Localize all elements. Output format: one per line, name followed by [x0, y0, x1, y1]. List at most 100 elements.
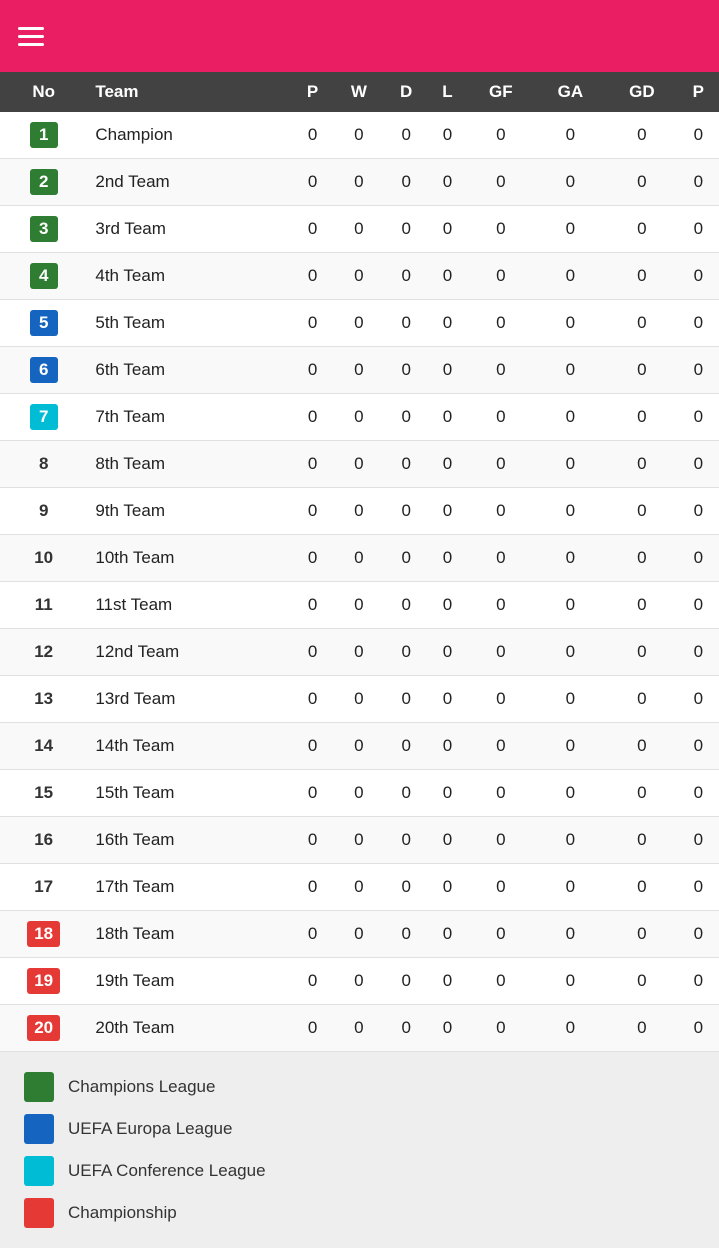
drawn: 0: [385, 300, 428, 347]
goal-diff: 0: [606, 535, 678, 582]
team-name: 12nd Team: [87, 629, 292, 676]
table-row: 8 8th Team 0 0 0 0 0 0 0 0: [0, 441, 719, 488]
drawn: 0: [385, 347, 428, 394]
points: 0: [678, 676, 719, 723]
legend-label: UEFA Conference League: [68, 1161, 266, 1181]
table-row: 1 Champion 0 0 0 0 0 0 0 0: [0, 112, 719, 159]
rank-number: 15: [0, 770, 87, 817]
goals-against: 0: [535, 676, 607, 723]
rank-number: 19: [0, 958, 87, 1005]
won: 0: [333, 300, 384, 347]
rank-number: 3: [0, 206, 87, 253]
drawn: 0: [385, 770, 428, 817]
played: 0: [292, 300, 333, 347]
lost: 0: [428, 676, 467, 723]
goal-diff: 0: [606, 770, 678, 817]
team-name: Champion: [87, 112, 292, 159]
drawn: 0: [385, 864, 428, 911]
table-row: 10 10th Team 0 0 0 0 0 0 0 0: [0, 535, 719, 582]
goal-diff: 0: [606, 911, 678, 958]
goals-against: 0: [535, 770, 607, 817]
goal-diff: 0: [606, 394, 678, 441]
goals-against: 0: [535, 911, 607, 958]
lost: 0: [428, 911, 467, 958]
menu-button[interactable]: [18, 27, 44, 46]
team-name: 17th Team: [87, 864, 292, 911]
lost: 0: [428, 206, 467, 253]
played: 0: [292, 582, 333, 629]
goals-against: 0: [535, 723, 607, 770]
played: 0: [292, 112, 333, 159]
goals-for: 0: [467, 723, 534, 770]
col-team: Team: [87, 72, 292, 112]
played: 0: [292, 394, 333, 441]
points: 0: [678, 723, 719, 770]
played: 0: [292, 535, 333, 582]
goals-against: 0: [535, 159, 607, 206]
goals-against: 0: [535, 347, 607, 394]
lost: 0: [428, 1005, 467, 1052]
played: 0: [292, 159, 333, 206]
goals-against: 0: [535, 864, 607, 911]
goals-for: 0: [467, 535, 534, 582]
goals-for: 0: [467, 441, 534, 488]
team-name: 8th Team: [87, 441, 292, 488]
lost: 0: [428, 300, 467, 347]
goal-diff: 0: [606, 488, 678, 535]
rank-number: 6: [0, 347, 87, 394]
lost: 0: [428, 723, 467, 770]
lost: 0: [428, 958, 467, 1005]
lost: 0: [428, 770, 467, 817]
goals-against: 0: [535, 300, 607, 347]
played: 0: [292, 488, 333, 535]
table-row: 12 12nd Team 0 0 0 0 0 0 0 0: [0, 629, 719, 676]
rank-number: 9: [0, 488, 87, 535]
team-name: 18th Team: [87, 911, 292, 958]
goals-against: 0: [535, 817, 607, 864]
goal-diff: 0: [606, 441, 678, 488]
lost: 0: [428, 817, 467, 864]
goals-for: 0: [467, 817, 534, 864]
goals-for: 0: [467, 958, 534, 1005]
col-l: L: [428, 72, 467, 112]
table-row: 17 17th Team 0 0 0 0 0 0 0 0: [0, 864, 719, 911]
rank-number: 16: [0, 817, 87, 864]
goal-diff: 0: [606, 864, 678, 911]
goal-diff: 0: [606, 206, 678, 253]
standings-table: No Team P W D L GF GA GD P 1 Champion 0 …: [0, 72, 719, 1052]
points: 0: [678, 535, 719, 582]
table-row: 6 6th Team 0 0 0 0 0 0 0 0: [0, 347, 719, 394]
rank-number: 11: [0, 582, 87, 629]
drawn: 0: [385, 958, 428, 1005]
goal-diff: 0: [606, 676, 678, 723]
won: 0: [333, 1005, 384, 1052]
won: 0: [333, 864, 384, 911]
legend-label: Championship: [68, 1203, 177, 1223]
points: 0: [678, 958, 719, 1005]
rank-number: 18: [0, 911, 87, 958]
legend-label: Champions League: [68, 1077, 215, 1097]
lost: 0: [428, 394, 467, 441]
drawn: 0: [385, 535, 428, 582]
table-row: 13 13rd Team 0 0 0 0 0 0 0 0: [0, 676, 719, 723]
standings-table-container: No Team P W D L GF GA GD P 1 Champion 0 …: [0, 72, 719, 1052]
rank-number: 17: [0, 864, 87, 911]
played: 0: [292, 958, 333, 1005]
rank-number: 2: [0, 159, 87, 206]
goals-for: 0: [467, 1005, 534, 1052]
team-name: 20th Team: [87, 1005, 292, 1052]
col-no: No: [0, 72, 87, 112]
table-row: 9 9th Team 0 0 0 0 0 0 0 0: [0, 488, 719, 535]
rank-number: 12: [0, 629, 87, 676]
won: 0: [333, 723, 384, 770]
goals-against: 0: [535, 206, 607, 253]
team-name: 19th Team: [87, 958, 292, 1005]
team-name: 2nd Team: [87, 159, 292, 206]
col-gf: GF: [467, 72, 534, 112]
legend-item: Championship: [24, 1198, 695, 1228]
lost: 0: [428, 159, 467, 206]
won: 0: [333, 488, 384, 535]
table-row: 16 16th Team 0 0 0 0 0 0 0 0: [0, 817, 719, 864]
points: 0: [678, 864, 719, 911]
played: 0: [292, 676, 333, 723]
